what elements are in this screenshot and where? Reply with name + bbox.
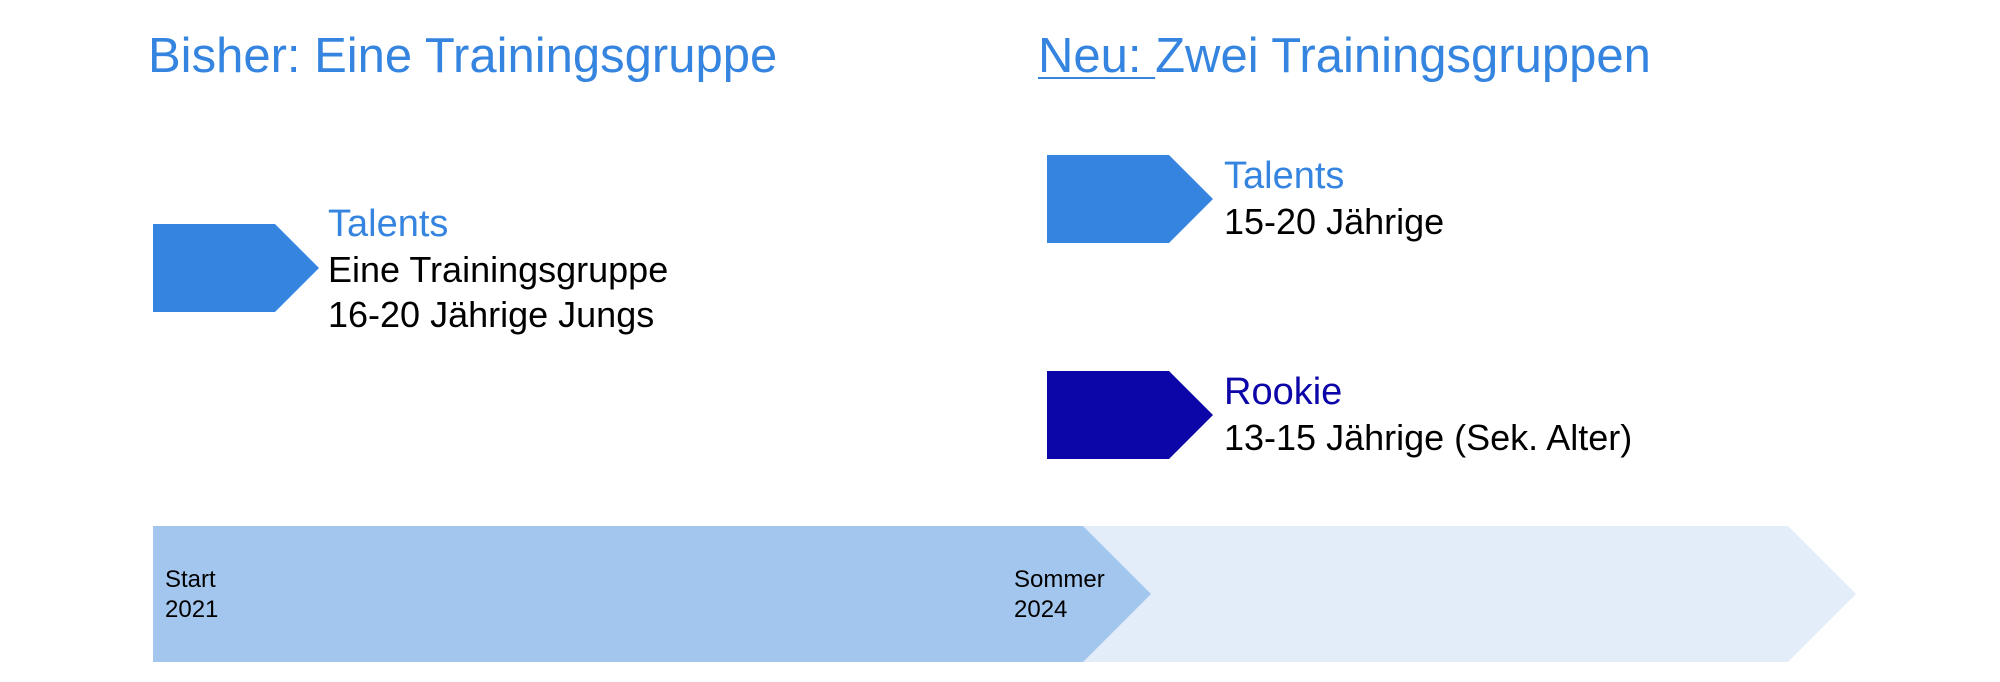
- timeline-mid-label: Sommer 2024: [1014, 565, 1105, 625]
- timeline-mid-label-line-1: Sommer: [1014, 566, 1105, 593]
- timeline: [153, 526, 1856, 662]
- slide-canvas: Bisher: Eine Trainingsgruppe Neu: Zwei T…: [0, 0, 2000, 682]
- timeline-mid-label-line-2: 2024: [1014, 596, 1068, 623]
- timeline-start-label: Start 2021: [165, 565, 218, 625]
- timeline-past-segment: [153, 526, 1151, 662]
- timeline-start-label-line-1: Start: [165, 566, 216, 593]
- timeline-start-label-line-2: 2021: [165, 596, 219, 623]
